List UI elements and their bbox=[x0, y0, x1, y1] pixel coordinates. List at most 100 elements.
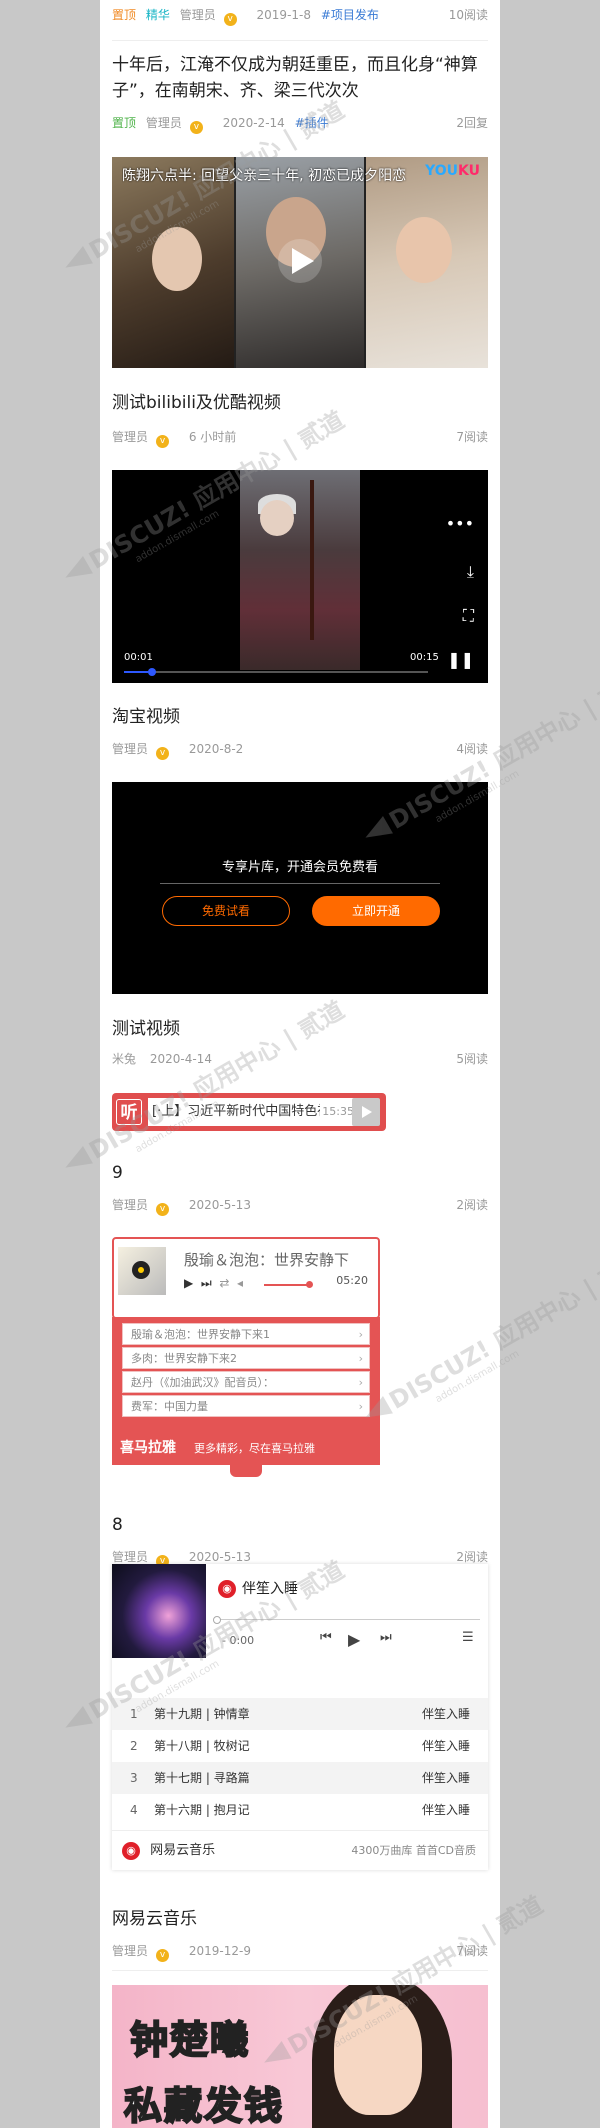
volume-slider[interactable] bbox=[264, 1281, 313, 1288]
post-title[interactable]: 8 bbox=[112, 1512, 488, 1538]
next-icon[interactable]: ⏭ bbox=[380, 1630, 392, 1645]
bilibili-video-player[interactable]: ••• ⤓ ⛶ ❚❚ 00:01 00:15 bbox=[112, 470, 488, 683]
image-headline: 钟楚曦 bbox=[129, 2017, 251, 2063]
volume-icon[interactable]: ◂ bbox=[237, 1276, 243, 1290]
video-title-overlay: 陈翔六点半: 回望父亲三十年, 初恋已成夕阳恋 bbox=[122, 168, 407, 184]
topic-link[interactable]: #项目发布 bbox=[321, 8, 379, 22]
netease-footer[interactable]: ◉ 网易云音乐 4300万曲库 首首CD音质 bbox=[112, 1830, 488, 1870]
ximalaya-brand-bar[interactable]: 喜马拉雅 更多精彩，尽在喜马拉雅 bbox=[112, 1434, 380, 1462]
face bbox=[396, 217, 452, 283]
brand-name: 网易云音乐 bbox=[150, 1843, 216, 1858]
ting-audio-widget[interactable]: 听 [·上】习近平新时代中国特色社会主义思想 15:35 bbox=[112, 1093, 386, 1131]
tag-best[interactable]: 精华 bbox=[146, 8, 170, 22]
track-row[interactable]: 2 第十八期 | 牧树记 伴笙入睡 bbox=[112, 1730, 488, 1762]
image-subheadline: 私藏发钱 bbox=[123, 2083, 285, 2128]
post-title[interactable]: 十年后，江淹不仅成为朝廷重臣，而且化身“神算子”，在南朝宋、齐、梁三代次次 bbox=[112, 52, 488, 104]
youku-video-player[interactable]: 陈翔六点半: 回望父亲三十年, 初恋已成夕阳恋 YOUKU bbox=[112, 157, 488, 368]
track-name: 第十八期 | 牧树记 bbox=[154, 1739, 250, 1753]
collapse-tab[interactable] bbox=[230, 1465, 262, 1477]
verified-icon: v bbox=[156, 1203, 170, 1216]
play-icon[interactable] bbox=[278, 239, 322, 283]
tag-top[interactable]: 置顶 bbox=[112, 116, 136, 130]
netease-music-player[interactable]: ◉ 伴笙入睡 - 0:00 ⏮ ▶ ⏭ ☰ 1 第十九期 | 钟情章 伴笙入睡 2 第十… bbox=[112, 1564, 488, 1870]
song-duration: 05:20 bbox=[336, 1274, 368, 1287]
author-name[interactable]: 管理员 bbox=[112, 430, 148, 444]
author-name[interactable]: 米兔 bbox=[112, 1052, 136, 1066]
tag-top[interactable]: 置顶 bbox=[112, 8, 136, 22]
author-name[interactable]: 管理员 bbox=[112, 742, 148, 756]
loop-icon[interactable]: ⇄ bbox=[219, 1276, 229, 1290]
post-meta: 米兔 2020-4-14 5阅读 bbox=[112, 1050, 488, 1068]
track-row[interactable]: 1 第十九期 | 钟情章 伴笙入睡 bbox=[112, 1698, 488, 1730]
open-membership-button[interactable]: 立即开通 bbox=[312, 896, 440, 926]
pause-icon[interactable]: ❚❚ bbox=[447, 650, 474, 669]
playlist-icon[interactable]: ☰ bbox=[462, 1630, 474, 1645]
track-name: 第十六期 | 抱月记 bbox=[154, 1803, 250, 1817]
author-name[interactable]: 管理员 bbox=[112, 1944, 148, 1958]
play-icon[interactable]: ▶ bbox=[348, 1630, 360, 1649]
video-frame bbox=[366, 157, 488, 368]
author-name[interactable]: 管理员 bbox=[180, 8, 216, 22]
audio-duration: 15:35 bbox=[320, 1098, 356, 1126]
album-title-text: 伴笙入睡 bbox=[242, 1581, 298, 1597]
playlist-item[interactable]: 殷瑜＆泡泡：世界安静下来1 bbox=[122, 1323, 370, 1346]
post-meta: 管理员 v 2020-8-2 4阅读 bbox=[112, 740, 488, 760]
download-icon[interactable]: ⤓ bbox=[467, 562, 474, 582]
post-date: 2020-4-14 bbox=[149, 1052, 212, 1066]
progress-bar[interactable] bbox=[213, 1616, 480, 1624]
post-date: 2020-5-13 bbox=[188, 1550, 251, 1564]
free-trial-button[interactable]: 免费试看 bbox=[162, 896, 290, 926]
post-meta: 管理员 v 6 小时前 7阅读 bbox=[112, 428, 488, 448]
track-name: 第十九期 | 钟情章 bbox=[154, 1707, 250, 1721]
verified-icon: v bbox=[189, 121, 203, 134]
verified-icon: v bbox=[156, 1949, 170, 1962]
post-date: 2020-2-14 bbox=[222, 116, 285, 130]
player-controls: ▶ ⏭ ⇄ ◂ bbox=[184, 1276, 243, 1291]
previous-icon[interactable]: ⏮ bbox=[320, 1630, 332, 1645]
video-frame bbox=[240, 470, 360, 670]
progress-handle[interactable] bbox=[148, 668, 157, 676]
post-title[interactable]: 网易云音乐 bbox=[112, 1906, 488, 1932]
track-artist: 伴笙入睡 bbox=[421, 1803, 470, 1817]
track-number: 1 bbox=[130, 1707, 138, 1721]
youku-logo: YOUKU bbox=[425, 163, 480, 179]
post-meta: 置顶 精华 管理员 v 2019-1-8 #项目发布 10阅读 bbox=[112, 6, 488, 26]
post-title[interactable]: 测试bilibili及优酷视频 bbox=[112, 390, 488, 416]
divider bbox=[112, 1970, 488, 1971]
fullscreen-icon[interactable]: ⛶ bbox=[463, 606, 474, 626]
post-title[interactable]: 淘宝视频 bbox=[112, 704, 488, 730]
track-number: 3 bbox=[130, 1771, 138, 1785]
next-icon[interactable]: ⏭ bbox=[201, 1276, 212, 1290]
track-row[interactable]: 3 第十七期 | 寻路篇 伴笙入睡 bbox=[112, 1762, 488, 1794]
playlist-item[interactable]: 费军：中国力量 bbox=[122, 1395, 370, 1418]
current-time: 00:01 bbox=[124, 652, 153, 663]
topic-link[interactable]: #插件 bbox=[295, 116, 329, 130]
play-icon[interactable] bbox=[352, 1098, 380, 1126]
author-name[interactable]: 管理员 bbox=[112, 1550, 148, 1564]
track-artist: 伴笙入睡 bbox=[421, 1707, 470, 1721]
track-number: 4 bbox=[130, 1803, 138, 1817]
playlist-item[interactable]: 赵丹（《加油武汉》配音员）： bbox=[122, 1371, 370, 1394]
post-image[interactable]: 钟楚曦 私藏发钱 bbox=[112, 1985, 488, 2128]
ximalaya-player[interactable]: 殷瑜＆泡泡：世界安静下 ▶ ⏭ ⇄ ◂ 05:20 殷瑜＆泡泡：世界安静下来1 … bbox=[112, 1237, 380, 1481]
post-meta: 置顶 管理员 v 2020-2-14 #插件 2回复 bbox=[112, 114, 488, 134]
video-frame bbox=[112, 157, 234, 368]
author-name[interactable]: 管理员 bbox=[146, 116, 182, 130]
view-count: 2阅读 bbox=[456, 1198, 488, 1212]
more-icon[interactable]: ••• bbox=[446, 514, 474, 533]
post-title[interactable]: 9 bbox=[112, 1160, 488, 1186]
progress-bar[interactable] bbox=[124, 668, 428, 676]
progress-fill bbox=[124, 671, 149, 673]
playlist-item[interactable]: 多肉：世界安静下来2 bbox=[122, 1347, 370, 1370]
author-name[interactable]: 管理员 bbox=[112, 1198, 148, 1212]
play-icon[interactable]: ▶ bbox=[184, 1276, 193, 1290]
post-title[interactable]: 测试视频 bbox=[112, 1016, 488, 1042]
track-list: 1 第十九期 | 钟情章 伴笙入睡 2 第十八期 | 牧树记 伴笙入睡 3 第十七期 | … bbox=[112, 1698, 488, 1826]
divider bbox=[160, 883, 440, 884]
verified-icon: v bbox=[156, 747, 170, 760]
view-count: 7阅读 bbox=[456, 430, 488, 444]
post-meta: 管理员 v 2020-5-13 2阅读 bbox=[112, 1196, 488, 1216]
slogan: 更多精彩，尽在喜马拉雅 bbox=[194, 1442, 315, 1455]
track-row[interactable]: 4 第十六期 | 抱月记 伴笙入睡 bbox=[112, 1794, 488, 1826]
verified-icon: v bbox=[156, 435, 170, 448]
